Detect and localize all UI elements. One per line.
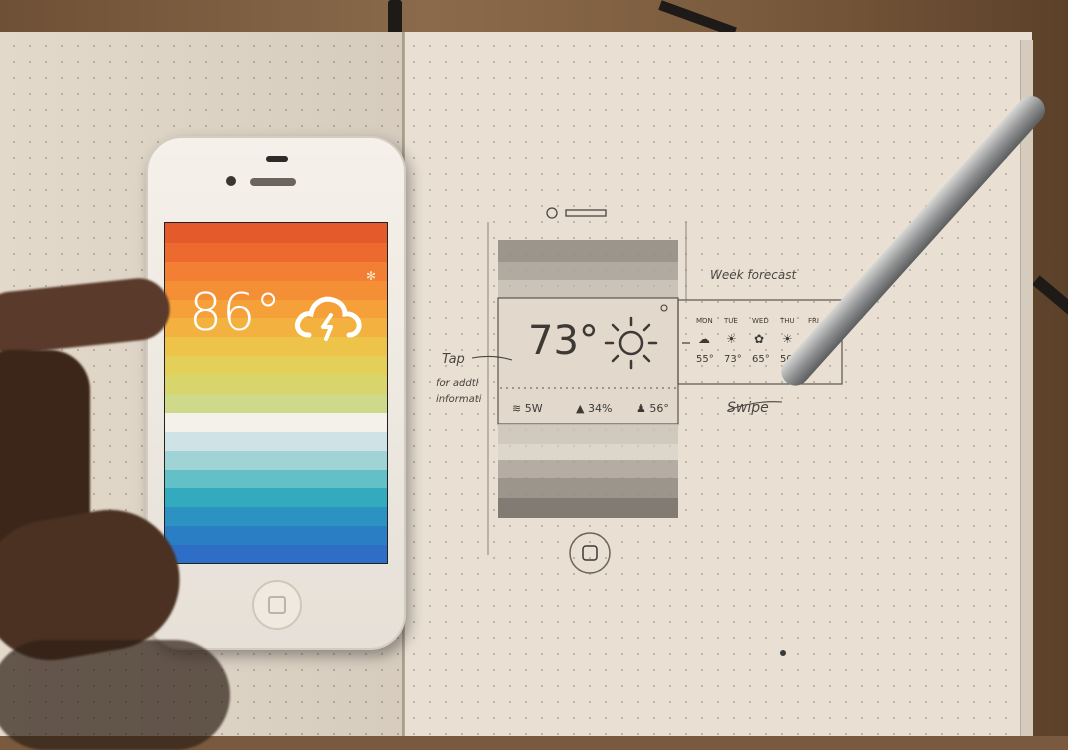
forecast-day-label: THU <box>780 317 795 325</box>
wireframe-sketch <box>471 207 843 574</box>
swipe-note: Swipe <box>727 400 769 416</box>
forecast-day-temp: 73° <box>724 354 742 365</box>
sketch-wind-value: 5W <box>524 402 543 415</box>
forecast-weather-icon: ✿ <box>754 332 765 346</box>
week-forecast-note: Week forecast <box>710 268 797 282</box>
sketch-feels-value: 56° <box>649 402 669 415</box>
forecast-weather-icon: ☀ <box>726 332 737 346</box>
forecast-day-temp: 55° <box>696 354 714 365</box>
forecast-weather-icon: ☀ <box>782 332 793 346</box>
forecast-day-label: FRI <box>808 317 819 325</box>
forecast-day-label: WED <box>752 317 769 325</box>
forecast-day-temp: 65° <box>752 354 770 365</box>
pencil-tip <box>780 650 786 656</box>
tap-note: Tap <box>442 352 465 367</box>
sketch-feels-like: ♟ 56° <box>636 402 669 415</box>
forecast-day-label: MON <box>696 317 713 325</box>
forecast-day-label: TUE <box>724 317 738 325</box>
sketch-temperature: 73° <box>528 318 599 364</box>
forecast-weather-icon: ☁ <box>698 332 710 346</box>
sketch-humidity: ▲ 34% <box>576 402 613 415</box>
sketch-wind: ≋ 5W <box>512 402 543 415</box>
sketch-humidity-value: 34% <box>587 402 613 415</box>
tap-note-line2: for addtl <box>436 378 479 389</box>
tap-note-line3: informati <box>436 394 482 405</box>
